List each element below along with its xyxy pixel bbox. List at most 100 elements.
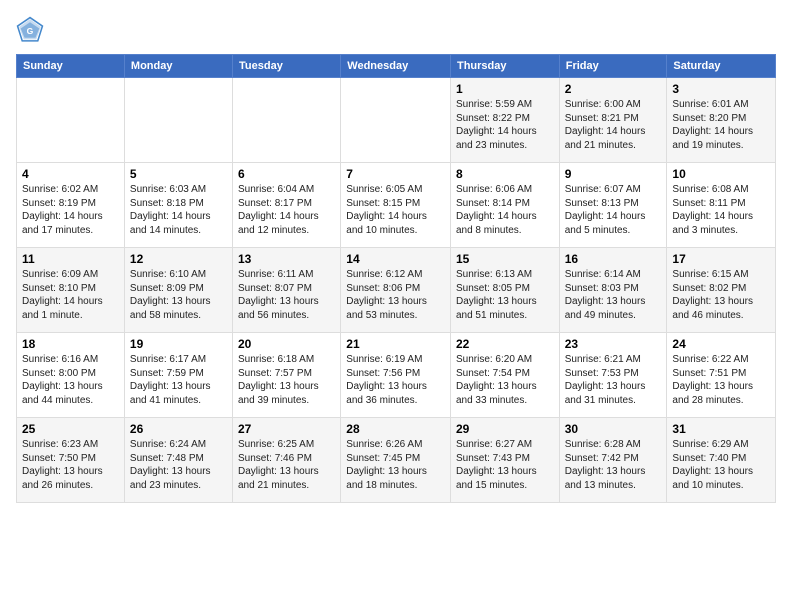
day-number: 24 — [672, 337, 770, 351]
day-number: 14 — [346, 252, 445, 266]
calendar-cell: 11Sunrise: 6:09 AM Sunset: 8:10 PM Dayli… — [17, 248, 125, 333]
cell-content: Sunrise: 6:29 AM Sunset: 7:40 PM Dayligh… — [672, 438, 770, 492]
day-number: 15 — [456, 252, 554, 266]
header-monday: Monday — [124, 55, 232, 78]
calendar-cell: 31 Sunrise: 6:29 AM Sunset: 7:40 PM Dayli… — [667, 418, 776, 503]
header-wednesday: Wednesday — [341, 55, 451, 78]
header-saturday: Saturday — [667, 55, 776, 78]
day-number: 4 — [22, 167, 119, 181]
logo-icon: G — [16, 16, 44, 44]
calendar-cell: 27Sunrise: 6:25 AM Sunset: 7:46 PM Dayli… — [233, 418, 341, 503]
cell-content: Sunrise: 6:06 AM Sunset: 8:14 PM Dayligh… — [456, 183, 554, 237]
day-number: 1 — [456, 82, 554, 96]
day-number: 19 — [130, 337, 227, 351]
calendar-cell: 19 Sunrise: 6:17 AM Sunset: 7:59 PM Dayli… — [124, 333, 232, 418]
cell-content: Sunrise: 6:02 AM Sunset: 8:19 PM Dayligh… — [22, 183, 119, 237]
cell-content: Sunrise: 6:22 AM Sunset: 7:51 PM Dayligh… — [672, 353, 770, 407]
calendar-cell: 26 Sunrise: 6:24 AM Sunset: 7:48 PM Dayli… — [124, 418, 232, 503]
cell-content: Sunrise: 6:13 AM Sunset: 8:05 PM Dayligh… — [456, 268, 554, 322]
cell-content: Sunrise: 6:03 AM Sunset: 8:18 PM Dayligh… — [130, 183, 227, 237]
calendar-cell — [233, 78, 341, 163]
day-number: 25 — [22, 422, 119, 436]
calendar-row-4: 18 Sunrise: 6:16 AM Sunset: 8:00 PM Dayli… — [17, 333, 776, 418]
cell-content: Sunrise: 6:05 AM Sunset: 8:15 PM Dayligh… — [346, 183, 445, 237]
cell-content: Sunrise: 6:28 AM Sunset: 7:42 PM Dayligh… — [565, 438, 662, 492]
calendar-row-1: 1Sunrise: 5:59 AM Sunset: 8:22 PM Daylig… — [17, 78, 776, 163]
day-number: 12 — [130, 252, 227, 266]
calendar-cell: 14Sunrise: 6:12 AM Sunset: 8:06 PM Dayli… — [341, 248, 451, 333]
logo: G — [16, 16, 48, 44]
day-number: 9 — [565, 167, 662, 181]
cell-content: Sunrise: 6:25 AM Sunset: 7:46 PM Dayligh… — [238, 438, 335, 492]
day-number: 7 — [346, 167, 445, 181]
cell-content: Sunrise: 6:16 AM Sunset: 8:00 PM Dayligh… — [22, 353, 119, 407]
day-number: 11 — [22, 252, 119, 266]
cell-content: Sunrise: 6:24 AM Sunset: 7:48 PM Dayligh… — [130, 438, 227, 492]
calendar-header-row: SundayMondayTuesdayWednesdayThursdayFrid… — [17, 55, 776, 78]
day-number: 23 — [565, 337, 662, 351]
calendar-cell: 30 Sunrise: 6:28 AM Sunset: 7:42 PM Dayli… — [559, 418, 667, 503]
calendar-row-5: 25 Sunrise: 6:23 AM Sunset: 7:50 PM Dayli… — [17, 418, 776, 503]
calendar-cell: 16Sunrise: 6:14 AM Sunset: 8:03 PM Dayli… — [559, 248, 667, 333]
header-sunday: Sunday — [17, 55, 125, 78]
day-number: 31 — [672, 422, 770, 436]
day-number: 20 — [238, 337, 335, 351]
calendar-cell: 21Sunrise: 6:19 AM Sunset: 7:56 PM Dayli… — [341, 333, 451, 418]
header-thursday: Thursday — [450, 55, 559, 78]
calendar-cell: 2 Sunrise: 6:00 AM Sunset: 8:21 PM Daylig… — [559, 78, 667, 163]
cell-content: Sunrise: 6:21 AM Sunset: 7:53 PM Dayligh… — [565, 353, 662, 407]
calendar-cell: 4 Sunrise: 6:02 AM Sunset: 8:19 PM Daylig… — [17, 163, 125, 248]
header: G — [16, 16, 776, 44]
svg-text:G: G — [27, 26, 34, 36]
cell-content: Sunrise: 6:17 AM Sunset: 7:59 PM Dayligh… — [130, 353, 227, 407]
day-number: 6 — [238, 167, 335, 181]
calendar-cell: 3Sunrise: 6:01 AM Sunset: 8:20 PM Daylig… — [667, 78, 776, 163]
calendar-row-2: 4 Sunrise: 6:02 AM Sunset: 8:19 PM Daylig… — [17, 163, 776, 248]
day-number: 13 — [238, 252, 335, 266]
header-friday: Friday — [559, 55, 667, 78]
calendar-cell: 8 Sunrise: 6:06 AM Sunset: 8:14 PM Daylig… — [450, 163, 559, 248]
calendar-cell: 10 Sunrise: 6:08 AM Sunset: 8:11 PM Dayli… — [667, 163, 776, 248]
day-number: 21 — [346, 337, 445, 351]
cell-content: Sunrise: 6:10 AM Sunset: 8:09 PM Dayligh… — [130, 268, 227, 322]
day-number: 8 — [456, 167, 554, 181]
calendar-row-3: 11Sunrise: 6:09 AM Sunset: 8:10 PM Dayli… — [17, 248, 776, 333]
calendar-cell: 22Sunrise: 6:20 AM Sunset: 7:54 PM Dayli… — [450, 333, 559, 418]
calendar-cell: 20 Sunrise: 6:18 AM Sunset: 7:57 PM Dayli… — [233, 333, 341, 418]
day-number: 22 — [456, 337, 554, 351]
calendar-cell: 13 Sunrise: 6:11 AM Sunset: 8:07 PM Dayli… — [233, 248, 341, 333]
cell-content: Sunrise: 6:00 AM Sunset: 8:21 PM Dayligh… — [565, 98, 662, 152]
cell-content: Sunrise: 6:23 AM Sunset: 7:50 PM Dayligh… — [22, 438, 119, 492]
calendar-cell: 6 Sunrise: 6:04 AM Sunset: 8:17 PM Daylig… — [233, 163, 341, 248]
calendar-cell: 1Sunrise: 5:59 AM Sunset: 8:22 PM Daylig… — [450, 78, 559, 163]
calendar-cell: 23 Sunrise: 6:21 AM Sunset: 7:53 PM Dayli… — [559, 333, 667, 418]
cell-content: Sunrise: 6:11 AM Sunset: 8:07 PM Dayligh… — [238, 268, 335, 322]
day-number: 17 — [672, 252, 770, 266]
cell-content: Sunrise: 6:15 AM Sunset: 8:02 PM Dayligh… — [672, 268, 770, 322]
calendar-cell: 15 Sunrise: 6:13 AM Sunset: 8:05 PM Dayli… — [450, 248, 559, 333]
cell-content: Sunrise: 6:27 AM Sunset: 7:43 PM Dayligh… — [456, 438, 554, 492]
day-number: 16 — [565, 252, 662, 266]
header-tuesday: Tuesday — [233, 55, 341, 78]
cell-content: Sunrise: 6:07 AM Sunset: 8:13 PM Dayligh… — [565, 183, 662, 237]
calendar-cell: 12 Sunrise: 6:10 AM Sunset: 8:09 PM Dayli… — [124, 248, 232, 333]
day-number: 5 — [130, 167, 227, 181]
calendar-cell — [124, 78, 232, 163]
cell-content: Sunrise: 6:08 AM Sunset: 8:11 PM Dayligh… — [672, 183, 770, 237]
calendar-cell: 9 Sunrise: 6:07 AM Sunset: 8:13 PM Daylig… — [559, 163, 667, 248]
calendar-cell — [17, 78, 125, 163]
day-number: 30 — [565, 422, 662, 436]
day-number: 18 — [22, 337, 119, 351]
cell-content: Sunrise: 6:04 AM Sunset: 8:17 PM Dayligh… — [238, 183, 335, 237]
calendar-cell: 5 Sunrise: 6:03 AM Sunset: 8:18 PM Daylig… — [124, 163, 232, 248]
day-number: 26 — [130, 422, 227, 436]
cell-content: Sunrise: 6:18 AM Sunset: 7:57 PM Dayligh… — [238, 353, 335, 407]
calendar-cell: 29Sunrise: 6:27 AM Sunset: 7:43 PM Dayli… — [450, 418, 559, 503]
calendar-table: SundayMondayTuesdayWednesdayThursdayFrid… — [16, 54, 776, 503]
calendar-cell — [341, 78, 451, 163]
calendar-cell: 17 Sunrise: 6:15 AM Sunset: 8:02 PM Dayli… — [667, 248, 776, 333]
calendar-cell: 25 Sunrise: 6:23 AM Sunset: 7:50 PM Dayli… — [17, 418, 125, 503]
calendar-cell: 24 Sunrise: 6:22 AM Sunset: 7:51 PM Dayli… — [667, 333, 776, 418]
day-number: 10 — [672, 167, 770, 181]
day-number: 2 — [565, 82, 662, 96]
